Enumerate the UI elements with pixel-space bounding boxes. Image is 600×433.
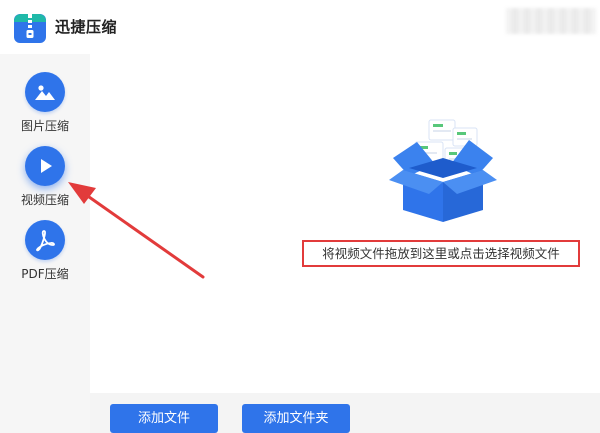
sidebar-item-video-compress[interactable]: 视频压缩 [0,146,90,218]
image-mountain-icon [25,72,65,112]
sidebar-item-label: 视频压缩 [20,193,69,207]
play-icon [25,146,65,186]
sidebar-item-pdf-compress[interactable]: PDF压缩 [0,220,90,292]
drop-hint-text[interactable]: 将视频文件拖放到这里或点击选择视频文件 [302,240,580,267]
app-title: 迅捷压缩 [55,18,118,36]
zip-archive-icon [14,14,46,43]
sidebar: 图片压缩 视频压缩 PDF压缩 [0,54,90,433]
open-box-icon [389,119,497,222]
sidebar-item-label: PDF压缩 [21,267,69,281]
title-bar: 迅捷压缩 [0,0,600,54]
pdf-icon [25,220,65,260]
drop-area[interactable] [90,54,600,393]
add-folder-button[interactable]: 添加文件夹 [242,404,350,433]
window-controls [506,8,596,34]
sidebar-item-label: 图片压缩 [20,119,69,133]
sidebar-item-image-compress[interactable]: 图片压缩 [0,72,90,144]
add-file-button[interactable]: 添加文件 [110,404,218,433]
